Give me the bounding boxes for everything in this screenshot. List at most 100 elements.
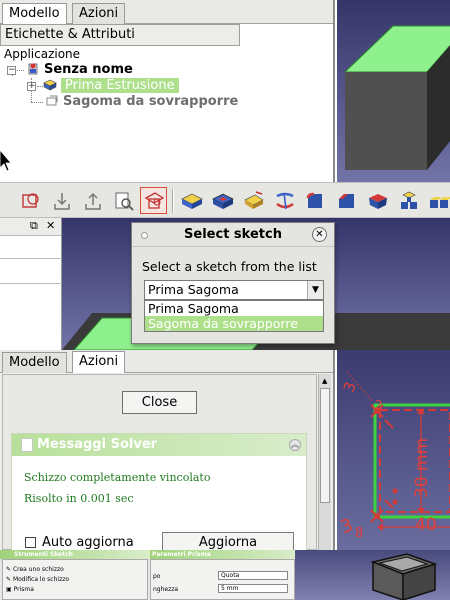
scrollbar-thumb[interactable] bbox=[320, 388, 330, 503]
new-sketch-icon bbox=[144, 191, 164, 209]
chamfer-button[interactable] bbox=[333, 187, 360, 214]
sketch-combobox-value: Prima Sagoma bbox=[148, 282, 239, 297]
tree-column-header[interactable]: Etichette & Attributi bbox=[0, 24, 240, 46]
multi-feature-button[interactable] bbox=[426, 187, 450, 214]
mini-panel-title: Strumenti Sketch bbox=[14, 551, 73, 558]
horizontal-dimension-label[interactable]: 40 bbox=[415, 515, 437, 535]
auto-update-checkbox[interactable] bbox=[25, 537, 36, 548]
chamfer-icon bbox=[338, 193, 354, 208]
collapse-icon[interactable]: ︽ bbox=[289, 439, 301, 451]
note-icon bbox=[21, 438, 33, 452]
mini-item[interactable]: ✎ Crea uno schizzo bbox=[6, 566, 64, 573]
secondary-panel-header: ⧉ ✕ bbox=[0, 218, 61, 236]
prism-params-thumbnail: Parametri Prisma po Quota nghezza 5 mm bbox=[150, 550, 295, 600]
mini-label: nghezza bbox=[153, 586, 179, 593]
mini-spinbox[interactable]: 5 mm bbox=[218, 584, 288, 593]
solver-message-time: Risolto in 0.001 sec bbox=[24, 492, 134, 505]
panel-list-row[interactable] bbox=[0, 258, 62, 284]
tree-node-document[interactable]: Senza nome bbox=[26, 62, 133, 77]
3d-view-top[interactable] bbox=[337, 0, 450, 182]
mini-panel-header: Strumenti Sketch bbox=[0, 550, 150, 559]
collapse-toggle[interactable]: − bbox=[7, 66, 16, 75]
sketch-tools-thumbnail: Strumenti Sketch ✎ Crea uno schizzo ✎ Mo… bbox=[0, 550, 150, 600]
new-sketch-button[interactable] bbox=[140, 187, 167, 214]
prism-preview-graphic bbox=[370, 553, 438, 600]
pattern-button[interactable] bbox=[395, 187, 422, 214]
pocket-button[interactable] bbox=[209, 187, 236, 214]
task-tabbar: Modello Azioni bbox=[0, 350, 333, 373]
part-design-toolbar bbox=[0, 182, 450, 218]
print-preview-icon bbox=[115, 192, 134, 211]
close-button[interactable]: Close bbox=[122, 391, 197, 414]
float-panel-icon[interactable]: ⧉ bbox=[30, 219, 38, 233]
prism-preview-thumbnail bbox=[295, 550, 450, 600]
constraint-label: 8 bbox=[355, 526, 364, 541]
revolve-button[interactable] bbox=[240, 187, 267, 214]
mirror-icon bbox=[275, 192, 294, 209]
mirror-button[interactable] bbox=[271, 187, 298, 214]
solver-message-constraint: Schizzo completamente vincolato bbox=[24, 471, 211, 484]
chevron-down-icon[interactable]: ▼ bbox=[307, 281, 323, 299]
import-icon bbox=[53, 192, 70, 210]
sketch-combobox[interactable]: Prima Sagoma ▼ bbox=[144, 280, 324, 300]
dialog-prompt: Select a sketch from the list bbox=[142, 259, 317, 274]
auto-update-label: Auto aggiorna bbox=[42, 535, 134, 550]
fillet-icon bbox=[306, 192, 322, 208]
mini-combobox[interactable]: Quota bbox=[218, 571, 288, 580]
expand-toggle[interactable]: + bbox=[27, 82, 36, 91]
toolbar-separator bbox=[172, 189, 174, 213]
tree-node-prima-estrusione[interactable]: Prima Estrusione bbox=[43, 78, 179, 93]
tree-node-sagoma[interactable]: Sagoma da sovrapporre bbox=[45, 94, 238, 109]
tab-azioni[interactable]: Azioni bbox=[72, 351, 126, 373]
sketch-icon bbox=[46, 95, 58, 106]
mini-label: po bbox=[153, 573, 161, 580]
tree-connector bbox=[31, 102, 43, 103]
dialog-titlebar[interactable]: Select sketch ✕ bbox=[132, 223, 334, 247]
solver-header[interactable]: Messaggi Solver ︽ bbox=[12, 434, 306, 456]
solver-title: Messaggi Solver bbox=[37, 437, 158, 452]
vertical-dimension[interactable]: 30 mm bbox=[407, 430, 437, 505]
tab-modello[interactable]: Modello bbox=[2, 352, 67, 373]
tree-root-label: Applicazione bbox=[4, 47, 81, 61]
sketch-dropdown-list: Prima Sagoma Sagoma da sovrapporre bbox=[144, 300, 324, 332]
document-icon bbox=[28, 63, 38, 75]
pocket-icon bbox=[211, 193, 234, 209]
dialog-close-button[interactable]: ✕ bbox=[312, 227, 327, 242]
draft-button[interactable] bbox=[364, 187, 391, 214]
extruded-block-graphic bbox=[343, 25, 450, 170]
tab-azioni[interactable]: Azioni bbox=[72, 3, 126, 24]
sketch-option[interactable]: Sagoma da sovrapporre bbox=[145, 316, 323, 331]
sketch-plane-button[interactable] bbox=[17, 187, 44, 214]
vertical-dimension-label: 30 mm bbox=[412, 437, 432, 498]
secondary-panel: ⧉ ✕ bbox=[0, 218, 62, 350]
revolve-icon bbox=[243, 190, 264, 209]
fillet-button[interactable] bbox=[302, 187, 329, 214]
print-preview-button[interactable] bbox=[110, 187, 137, 214]
tree-item-label: Prima Estrusione bbox=[61, 78, 179, 93]
export-icon bbox=[84, 192, 101, 210]
scroll-up-icon[interactable]: ▲ bbox=[322, 377, 327, 385]
export-button[interactable] bbox=[79, 187, 106, 214]
mouse-cursor-icon bbox=[0, 150, 12, 172]
multi-feature-icon bbox=[429, 196, 450, 208]
sketch-view[interactable]: 30 mm 40 3 2 3 8 bbox=[337, 350, 450, 550]
select-sketch-dialog: Select sketch ✕ Select a sketch from the… bbox=[131, 222, 335, 344]
mini-panel-title: Parametri Prisma bbox=[152, 551, 211, 558]
draft-icon bbox=[368, 193, 387, 209]
tree-tabbar: Modello Azioni bbox=[0, 0, 333, 25]
mini-item[interactable]: ▣ Prisma bbox=[6, 586, 34, 593]
import-button[interactable] bbox=[48, 187, 75, 214]
task-panel-scrollbar[interactable]: ▲ bbox=[318, 374, 331, 550]
pad-button[interactable] bbox=[178, 187, 205, 214]
close-panel-icon[interactable]: ✕ bbox=[46, 219, 55, 232]
tab-modello[interactable]: Modello bbox=[2, 3, 67, 25]
sketch-plane-icon bbox=[21, 192, 39, 208]
mini-item[interactable]: ✎ Modifica lo schizzo bbox=[6, 576, 69, 583]
mini-panel-header: Parametri Prisma bbox=[150, 550, 295, 559]
pad-icon bbox=[180, 193, 203, 209]
document-label: Senza nome bbox=[44, 62, 133, 77]
tree-panel: Modello Azioni Etichette & Attributi App… bbox=[0, 0, 335, 182]
tree-item-label: Sagoma da sovrapporre bbox=[63, 94, 239, 109]
sketch-option[interactable]: Prima Sagoma bbox=[145, 301, 323, 316]
dialog-title: Select sketch bbox=[184, 227, 282, 242]
